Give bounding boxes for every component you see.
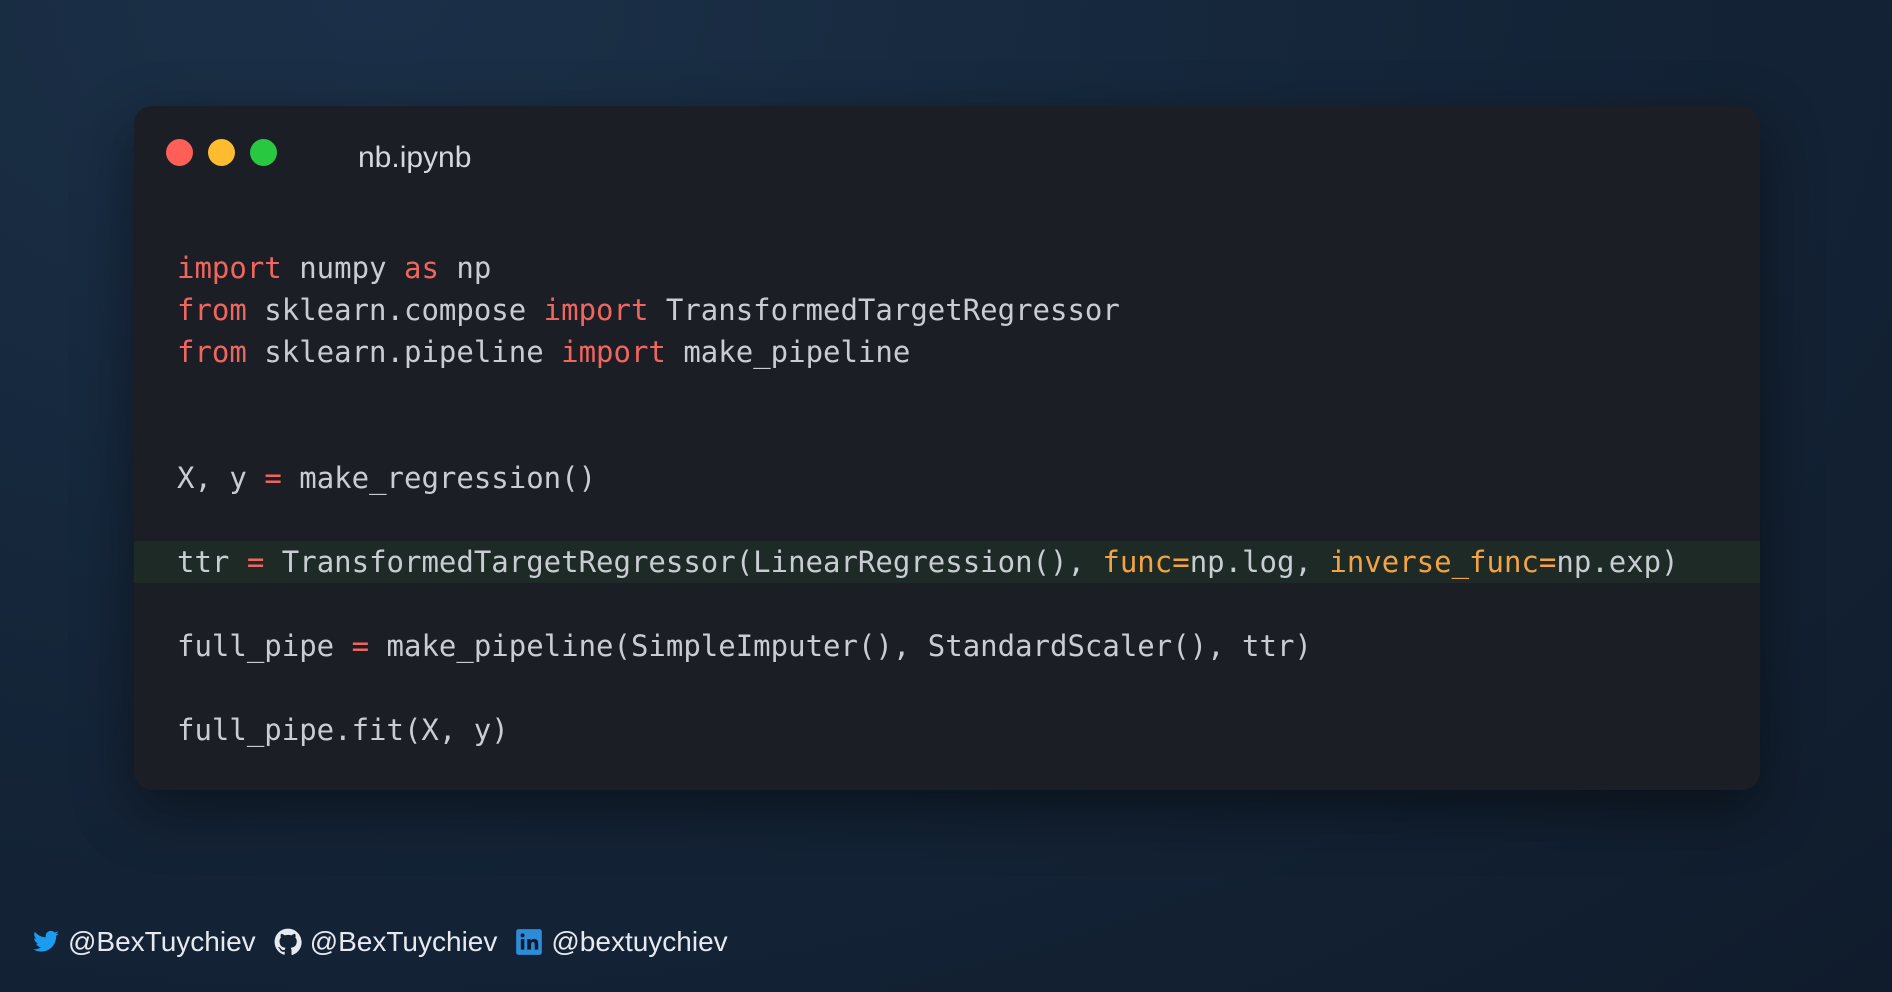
maximize-window-button[interactable] [250, 139, 277, 166]
code-text: np.log, [1189, 545, 1330, 579]
window-title: nb.ipynb [358, 141, 472, 174]
github-handle: @BexTuychiev [309, 926, 498, 957]
keyword: from [177, 293, 247, 327]
keyword-argument: func= [1102, 545, 1190, 579]
keyword: import [543, 293, 649, 327]
code-window: nb.ipynb import numpy as np from sklearn… [134, 106, 1760, 790]
code-text: make_regression() [281, 461, 597, 495]
code-text: make_pipeline(SimpleImputer(), StandardS… [369, 629, 1312, 663]
operator: = [264, 461, 282, 495]
keyword: import [561, 335, 666, 369]
code-text: full_pipe [177, 629, 352, 663]
close-window-button[interactable] [166, 139, 193, 166]
code-text: TransformedTargetRegressor(LinearRegress… [264, 545, 1103, 579]
operator: = [246, 545, 265, 579]
social-footer: @BexTuychiev @BexTuychiev @bextuychiev [32, 922, 746, 962]
code-text: make_pipeline [665, 335, 911, 369]
code-line-7: full_pipe.fit(X, y) [134, 709, 1760, 751]
github-icon [274, 928, 302, 955]
title-bar: nb.ipynb [134, 106, 1760, 202]
code-line-3: from sklearn.pipeline import make_pipeli… [134, 331, 1760, 373]
code-text: sklearn.compose [246, 293, 544, 327]
code-text: full_pipe.fit(X, y) [177, 713, 509, 747]
keyword-argument: inverse_func= [1329, 545, 1557, 579]
code-line-6: full_pipe = make_pipeline(SimpleImputer(… [134, 625, 1760, 667]
linkedin-handle: @bextuychiev [551, 926, 728, 957]
keyword: import [177, 251, 282, 285]
operator: = [351, 629, 370, 663]
code-line-2: from sklearn.compose import TransformedT… [134, 289, 1760, 331]
twitter-handle: @BexTuychiev [68, 926, 256, 957]
code-text: np.exp) [1556, 545, 1679, 579]
minimize-window-button[interactable] [208, 139, 235, 166]
twitter-icon [33, 930, 59, 952]
code-line-4: X, y = make_regression() [134, 457, 1760, 499]
twitter-link[interactable]: @BexTuychiev [32, 926, 256, 958]
linkedin-icon [516, 929, 543, 955]
github-link[interactable]: @BexTuychiev [274, 926, 498, 958]
code-text: ttr [177, 545, 247, 579]
code-line-5-highlighted: ttr = TransformedTargetRegressor(LinearR… [134, 541, 1760, 583]
code-text: sklearn.pipeline [246, 335, 562, 369]
keyword: from [177, 335, 247, 369]
code-text: X, y [177, 461, 265, 495]
linkedin-link[interactable]: @bextuychiev [515, 926, 728, 958]
code-text: TransformedTargetRegressor [648, 293, 1120, 327]
code-line-1: import numpy as np [134, 247, 1760, 289]
keyword: as [403, 251, 439, 285]
code-text: np [438, 251, 492, 285]
code-text: numpy [281, 251, 404, 285]
